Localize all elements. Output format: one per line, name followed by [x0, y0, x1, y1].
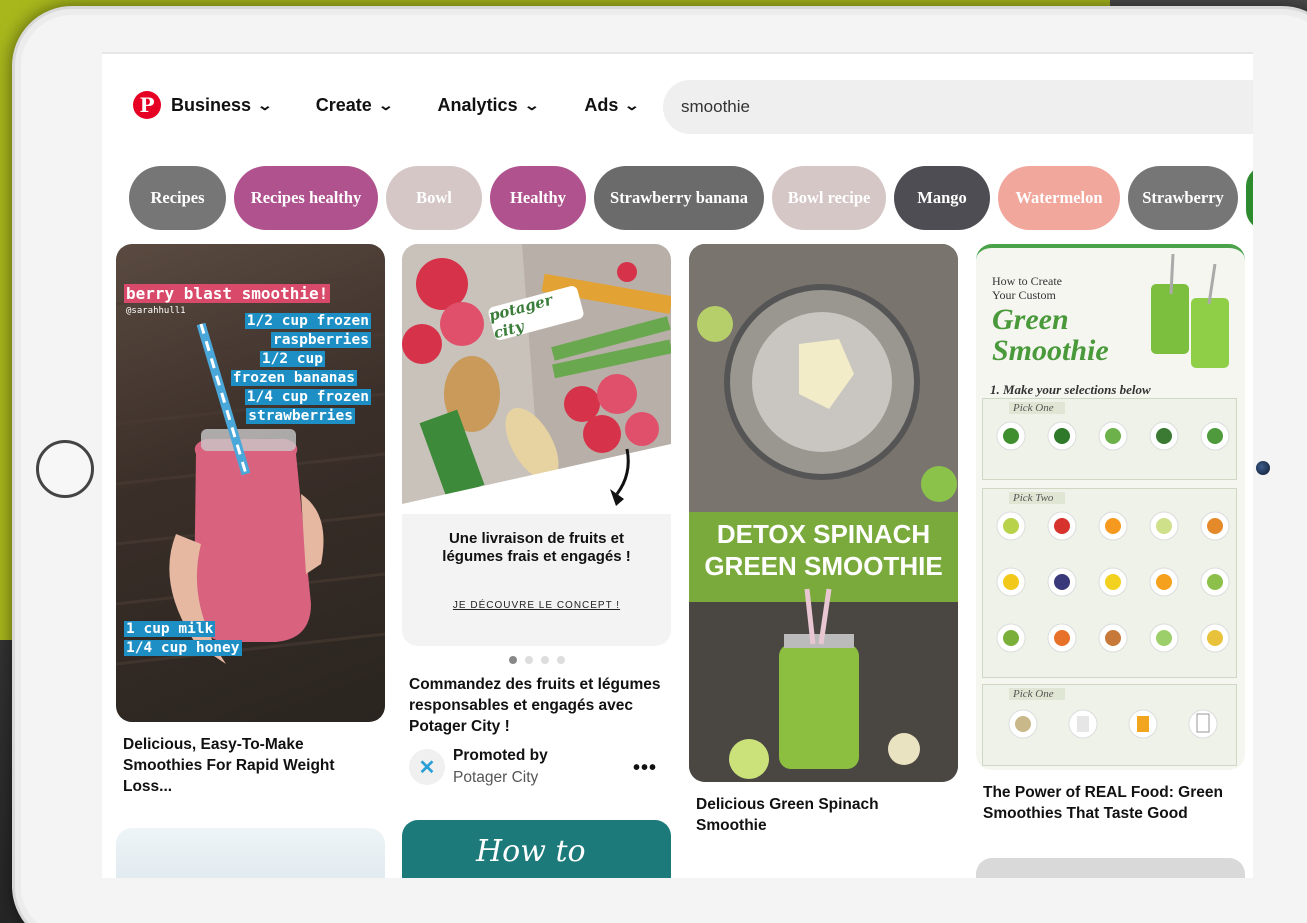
pin-image-potager-city[interactable]: potager city Une livraison de fruits et … — [402, 244, 671, 646]
nav-analytics[interactable]: Analytics ⌄ — [437, 94, 540, 116]
chevron-down-icon: ⌄ — [523, 96, 540, 113]
screen: P Business ⌄ Create ⌄ Analytics ⌄ Ads ⌄ … — [102, 52, 1253, 878]
guide-section-1: Pick One — [982, 398, 1237, 480]
pin-column-1: berry blast smoothie! @sarahhull1 1/2 cu… — [116, 244, 385, 797]
pin-image-how-to[interactable]: How to — [402, 820, 671, 878]
chip-recipes[interactable]: Recipes — [129, 166, 226, 230]
chip-bowl-recipe[interactable]: Bowl recipe — [772, 166, 886, 230]
nav-ads[interactable]: Ads ⌄ — [584, 94, 641, 116]
pin-image-green-smoothie-guide[interactable]: How to Create Your Custom Green Smoothie… — [976, 244, 1245, 770]
overlay-handle: @sarahhull1 — [126, 306, 186, 316]
search-suggestion-chips: Recipes Recipes healthy Bowl Healthy Str… — [129, 166, 1253, 232]
chip-bowl[interactable]: Bowl — [386, 166, 482, 230]
pin-title[interactable]: Delicious Green Spinach Smoothie — [689, 794, 958, 836]
overlay-bottom: 1 cup milk 1/4 cup honey — [124, 621, 242, 656]
overlay-title: berry blast smoothie! — [124, 284, 331, 303]
guide-heading-small: How to Create Your Custom — [992, 274, 1062, 302]
pinterest-logo-icon[interactable]: P — [133, 91, 161, 119]
search-bar[interactable] — [663, 80, 1253, 134]
potager-city-avatar-icon[interactable]: ✕ — [409, 749, 445, 785]
chip-recipes-healthy[interactable]: Recipes healthy — [234, 166, 378, 230]
camera-icon — [1256, 461, 1270, 475]
ad-headline: Une livraison de fruits et légumes frais… — [442, 530, 631, 565]
pin-image-partial[interactable] — [116, 828, 385, 878]
guide-step: 1. Make your selections below — [990, 382, 1151, 397]
more-options-icon[interactable]: ••• — [633, 757, 657, 780]
guide-heading-big: Green Smoothie — [992, 303, 1109, 367]
green-smoothie-glasses-photo — [1151, 254, 1229, 368]
pin-column-3: DETOX SPINACH GREEN SMOOTHIE Delicious G… — [689, 244, 958, 836]
liquid-icons-row — [1008, 709, 1218, 739]
nav-create-label: Create — [315, 94, 372, 115]
chip-healthy[interactable]: Healthy — [490, 166, 586, 230]
promoted-label: Promoted by — [453, 747, 548, 764]
fruit-icons-grid — [996, 511, 1230, 653]
chevron-down-icon: ⌄ — [256, 96, 274, 113]
nav-ads-label: Ads — [584, 94, 619, 115]
promoted-text: Promoted by Potager City — [453, 747, 548, 787]
nav-business[interactable]: Business ⌄ — [171, 94, 274, 116]
carousel-dots — [402, 656, 671, 664]
how-to-text: How to — [476, 834, 586, 869]
promoted-by: ✕ Promoted by Potager City ••• — [402, 747, 671, 787]
chip-watermelon[interactable]: Watermelon — [998, 166, 1120, 230]
search-input[interactable] — [681, 97, 1253, 117]
ad-cta[interactable]: JE DÉCOUVRE LE CONCEPT ! — [402, 600, 671, 611]
pin-title[interactable]: Delicious, Easy-To-Make Smoothies For Ra… — [116, 734, 385, 797]
chip-partial[interactable] — [1246, 166, 1253, 230]
nav-analytics-label: Analytics — [437, 94, 518, 115]
top-nav: P Business ⌄ Create ⌄ Analytics ⌄ Ads ⌄ — [102, 74, 1253, 136]
pin-image-partial[interactable] — [976, 858, 1245, 878]
pin-banner-text: DETOX SPINACH GREEN SMOOTHIE — [704, 519, 943, 581]
carousel-dot[interactable] — [524, 656, 533, 664]
carousel-dot[interactable] — [508, 656, 517, 664]
pin-column-4: How to Create Your Custom Green Smoothie… — [976, 244, 1245, 824]
blender-photo — [689, 244, 958, 782]
chip-strawberry-banana[interactable]: Strawberry banana — [594, 166, 764, 230]
carousel-dot[interactable] — [540, 656, 549, 664]
pin-image-spinach-smoothie[interactable]: DETOX SPINACH GREEN SMOOTHIE — [689, 244, 958, 782]
guide-section-2: Pick Two — [982, 488, 1237, 678]
overlay-ingredients: 1/2 cup frozen raspberries 1/2 cup froze… — [230, 313, 371, 424]
chevron-down-icon: ⌄ — [377, 96, 394, 113]
promoter-name[interactable]: Potager City — [453, 769, 548, 787]
pin-image-berry-blast[interactable]: berry blast smoothie! @sarahhull1 1/2 cu… — [116, 244, 385, 722]
chip-mango[interactable]: Mango — [894, 166, 990, 230]
home-button[interactable] — [36, 440, 94, 498]
veggie-icons-row — [996, 421, 1230, 451]
nav-business-label: Business — [171, 94, 252, 115]
carousel-dot[interactable] — [556, 656, 565, 664]
pin-column-2: potager city Une livraison de fruits et … — [402, 244, 671, 787]
pin-title[interactable]: The Power of REAL Food: Green Smoothies … — [976, 782, 1245, 824]
chevron-down-icon: ⌄ — [623, 96, 641, 113]
pin-title[interactable]: Commandez des fruits et légumes responsa… — [402, 674, 671, 737]
nav-create[interactable]: Create ⌄ — [315, 94, 394, 116]
vegetables-photo — [402, 244, 671, 514]
guide-section-3: Pick One — [982, 684, 1237, 766]
chip-strawberry[interactable]: Strawberry — [1128, 166, 1238, 230]
